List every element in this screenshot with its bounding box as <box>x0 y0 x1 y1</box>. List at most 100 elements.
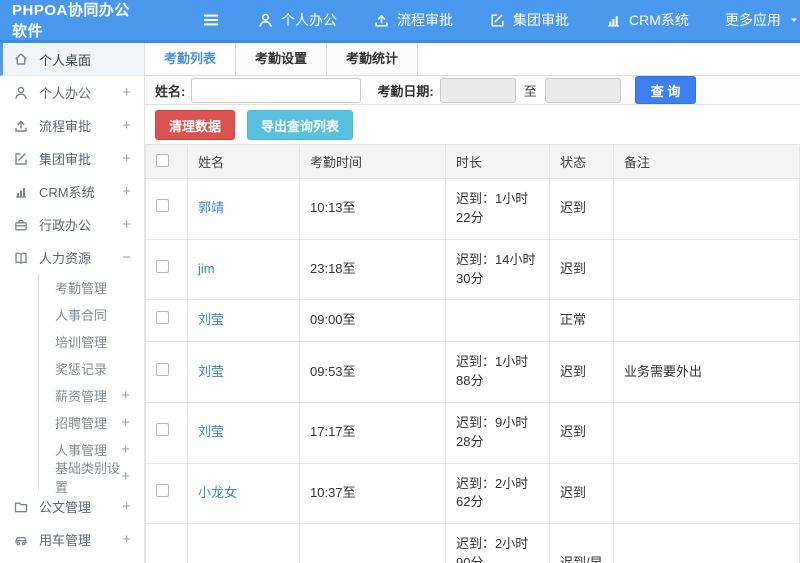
table-row: 郭靖 10:13至 迟到：1小时22分 迟到 <box>145 178 800 240</box>
attendance-time: 10:37至 <box>299 462 446 525</box>
employee-name-link[interactable]: 刘莹 <box>198 364 224 379</box>
edit-icon <box>13 151 29 167</box>
expand-toggle-icon[interactable]: + <box>121 414 130 431</box>
expand-toggle-icon[interactable]: + <box>121 441 130 458</box>
sidebar-sub-item[interactable]: 招聘管理 + <box>39 409 144 436</box>
menu-icon[interactable] <box>201 10 221 30</box>
sidebar-sub-item-label: 考勤管理 <box>55 281 108 296</box>
tab-考勤统计[interactable]: 考勤统计 <box>327 43 419 75</box>
status: 迟到 <box>549 341 614 403</box>
sidebar-item-label: 行政办公 <box>39 218 92 233</box>
to-label: 至 <box>523 83 537 99</box>
sidebar-item[interactable]: 集团审批 + <box>0 142 144 175</box>
duration: 迟到：2小时90分早退：7小时10分 <box>445 523 550 563</box>
topnav-item[interactable]: 更多应用 <box>725 10 800 30</box>
tab-考勤列表[interactable]: 考勤列表 <box>145 43 237 75</box>
sidebar-item[interactable]: CRM系统 + <box>0 175 144 208</box>
table-row: 管理员10:54至10:54迟到：2小时90分早退：7小时10分迟到/早退111… <box>145 523 800 563</box>
sidebar-item[interactable]: 个人桌面 <box>0 43 144 76</box>
search-button[interactable]: 查 询 <box>634 76 697 104</box>
chart-icon <box>605 12 622 29</box>
sidebar-sub-item[interactable]: 基础类别设置 + <box>39 461 144 495</box>
topnav-item[interactable]: CRM系统 <box>605 10 689 30</box>
sidebar-sub-item-label: 人事合同 <box>55 308 108 323</box>
sidebar-sub-item[interactable]: 奖惩记录 <box>39 355 144 382</box>
flow-icon <box>373 12 390 29</box>
sidebar-sub-item[interactable]: 薪资管理 + <box>39 382 144 409</box>
employee-name-link[interactable]: 小龙女 <box>198 485 237 500</box>
remark: 1111 <box>613 523 800 563</box>
expand-toggle-icon[interactable]: + <box>122 216 131 233</box>
employee-name-link[interactable]: 刘莹 <box>198 312 224 327</box>
sidebar-sub-item[interactable]: 人事合同 <box>39 301 144 328</box>
status: 迟到 <box>549 238 614 301</box>
sidebar-sub-item[interactable]: 培训管理 <box>39 328 144 355</box>
attendance-time: 10:13至 <box>299 178 446 240</box>
topnav-item-label: 更多应用 <box>724 12 781 28</box>
sidebar-item[interactable]: 行政办公 + <box>0 208 144 241</box>
table-row: jim 23:18至 迟到：14小时30分 迟到 <box>145 238 800 301</box>
filter-bar: 姓名: 考勤日期: 至 查 询 <box>145 76 800 105</box>
row-checkbox[interactable] <box>156 311 169 325</box>
employee-name-link[interactable]: jim <box>198 261 215 276</box>
topnav-item[interactable]: 流程审批 <box>373 10 453 30</box>
employee-name-link[interactable]: 郭靖 <box>198 200 224 215</box>
table-row: 刘莹 17:17至 迟到：9小时28分 迟到 <box>145 401 800 464</box>
topnav-item-label: 个人办公 <box>281 12 337 28</box>
expand-toggle-icon[interactable]: − <box>122 249 131 266</box>
expand-toggle-icon[interactable]: + <box>122 183 131 200</box>
tab-bar: 考勤列表 考勤设置 考勤统计 <box>145 43 800 76</box>
sidebar-sub-item-label: 招聘管理 <box>55 416 108 431</box>
sidebar-item-label: CRM系统 <box>39 185 95 200</box>
clean-data-button[interactable]: 清理数据 <box>155 110 236 140</box>
duration <box>445 299 550 343</box>
date-to-input[interactable] <box>544 77 621 103</box>
remark <box>613 401 800 464</box>
sidebar-item-label: 集团审批 <box>39 152 92 167</box>
sidebar-sub-list: 考勤管理 人事合同 培训管理 奖惩记录 薪资管理 + 招聘管理 + 人事管理 + 基础类别设置 + <box>38 274 144 495</box>
expand-toggle-icon[interactable]: + <box>122 84 131 101</box>
column-header: 备注 <box>613 144 800 179</box>
export-list-button[interactable]: 导出查询列表 <box>247 110 354 140</box>
remark <box>613 299 800 343</box>
expand-toggle-icon[interactable]: + <box>122 150 131 167</box>
sidebar-sub-item-label: 基础类别设置 <box>55 460 121 495</box>
attendance-table: 姓名 考勤时间 时长 状态 备注 郭靖 10:13至 迟到：1小时22分 迟到 jim 23:18… <box>145 144 800 563</box>
topnav-item[interactable]: 个人办公 <box>257 10 337 30</box>
duration: 迟到：14小时30分 <box>445 238 550 301</box>
employee-name-link[interactable]: 刘莹 <box>198 424 224 439</box>
sidebar-sub-item[interactable]: 考勤管理 <box>39 274 144 301</box>
row-checkbox[interactable] <box>156 362 169 376</box>
topnav-item-label: 集团审批 <box>513 12 569 28</box>
expand-toggle-icon[interactable]: + <box>122 531 131 548</box>
home-icon <box>13 51 29 67</box>
row-checkbox[interactable] <box>156 423 169 437</box>
expand-toggle-icon[interactable]: + <box>121 468 130 485</box>
user-icon <box>257 12 274 29</box>
status: 正常 <box>549 299 614 343</box>
sidebar-item[interactable]: 用车管理 + <box>0 523 144 556</box>
row-checkbox[interactable] <box>156 484 169 498</box>
date-from-input[interactable] <box>439 77 516 103</box>
topnav-item-label: 流程审批 <box>397 12 453 28</box>
name-input[interactable] <box>191 77 362 103</box>
sidebar-item[interactable]: 人力资源 − <box>0 241 144 274</box>
sidebar-item-label: 流程审批 <box>39 119 92 134</box>
user-icon <box>13 85 29 101</box>
expand-toggle-icon[interactable]: + <box>122 117 131 134</box>
sidebar-item[interactable]: 流程审批 + <box>0 109 144 142</box>
sidebar-item-label: 用车管理 <box>39 533 92 548</box>
expand-toggle-icon[interactable]: + <box>121 387 130 404</box>
row-checkbox[interactable] <box>156 260 169 274</box>
expand-toggle-icon[interactable]: + <box>122 498 131 515</box>
attendance-time: 09:00至 <box>299 299 446 343</box>
tab-考勤设置[interactable]: 考勤设置 <box>236 43 328 75</box>
sidebar-item[interactable]: 个人办公 + <box>0 76 144 109</box>
date-label: 考勤日期: <box>377 83 434 99</box>
duration: 迟到：1小时88分 <box>445 341 550 403</box>
status: 迟到/早退 <box>549 523 614 563</box>
row-checkbox[interactable] <box>156 199 169 213</box>
sidebar-sub-item-label: 人事管理 <box>55 443 108 458</box>
topnav-item[interactable]: 集团审批 <box>489 10 569 30</box>
select-all-checkbox[interactable] <box>156 153 169 167</box>
